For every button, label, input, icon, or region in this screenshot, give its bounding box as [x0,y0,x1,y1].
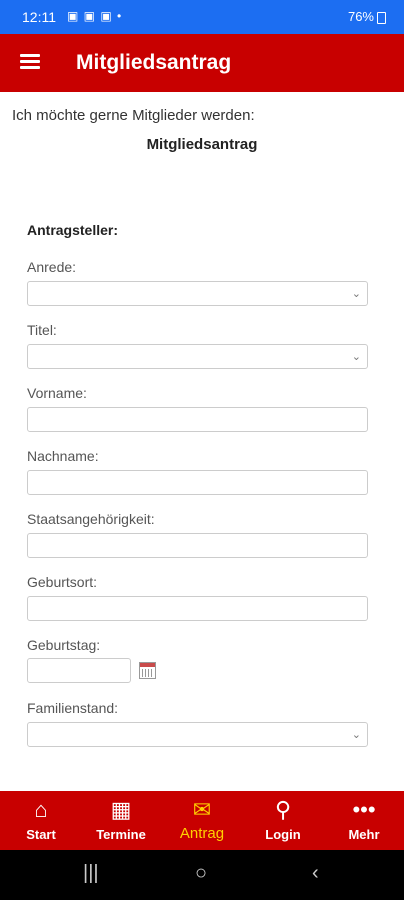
anrede-select[interactable]: ⌄ [27,281,368,306]
status-bar: 12:11 ▣ ▣ ▣ • 76% [0,0,404,34]
geburtstag-label: Geburtstag: [27,637,101,653]
geburtstag-input[interactable] [27,658,131,683]
user-add-icon: ⚲ [274,797,292,822]
anrede-label: Anrede: [27,259,77,275]
nav-mehr-label: Mehr [348,827,380,842]
chevron-down-icon: ⌄ [351,729,361,741]
nachname-label: Nachname: [27,448,99,464]
nav-mehr[interactable]: ••• Mehr [324,791,404,850]
titel-label: Titel: [27,322,57,338]
intro-text: Ich möchte gerne Mitglieder werden: [12,107,255,124]
menu-icon[interactable] [20,54,40,70]
calendar-icon[interactable] [139,662,156,679]
geburtsort-input[interactable] [27,596,368,621]
nav-termine[interactable]: ▦ Termine [81,791,161,850]
status-time: 12:11 [22,9,56,25]
chevron-down-icon: ⌄ [351,288,361,300]
notification-icons: ▣ ▣ ▣ • [67,9,123,23]
nav-termine-label: Termine [96,827,146,842]
back-icon[interactable]: ‹ [312,862,319,885]
nav-antrag[interactable]: ✉ Antrag [162,791,242,850]
calendar-icon: ▦ [110,797,132,822]
titel-select[interactable]: ⌄ [27,344,368,369]
vorname-label: Vorname: [27,385,87,401]
nachname-input[interactable] [27,470,368,495]
vorname-input[interactable] [27,407,368,432]
status-battery: 76% [347,9,374,24]
geburtsort-label: Geburtsort: [27,574,98,590]
nav-login[interactable]: ⚲ Login [243,791,323,850]
form-title: Mitgliedsantrag [146,136,258,153]
recent-apps-icon[interactable]: ||| [83,862,99,885]
nav-start-label: Start [26,827,56,842]
staat-label: Staatsangehörigkeit: [27,511,155,527]
page-title: Mitgliedsantrag [76,51,232,74]
home-icon: ⌂ [34,797,48,822]
battery-icon [377,12,386,24]
chevron-down-icon: ⌄ [351,351,361,363]
app-bar: Mitgliedsantrag [0,34,404,92]
nav-antrag-label: Antrag [179,825,225,842]
bottom-nav: ⌂ Start ▦ Termine ✉ Antrag ⚲ Login ••• M… [0,791,404,850]
nav-login-label: Login [265,827,301,842]
more-icon: ••• [352,797,376,822]
familienstand-label: Familienstand: [27,700,119,716]
familienstand-select[interactable]: ⌄ [27,722,368,747]
nav-start[interactable]: ⌂ Start [1,791,81,850]
gift-icon: ✉ [192,797,212,822]
section-title: Antragsteller: [27,222,119,238]
system-nav-bar: ||| ○ ‹ [0,850,404,900]
staatsangehoerigkeit-input[interactable] [27,533,368,558]
home-button-icon[interactable]: ○ [195,862,207,885]
